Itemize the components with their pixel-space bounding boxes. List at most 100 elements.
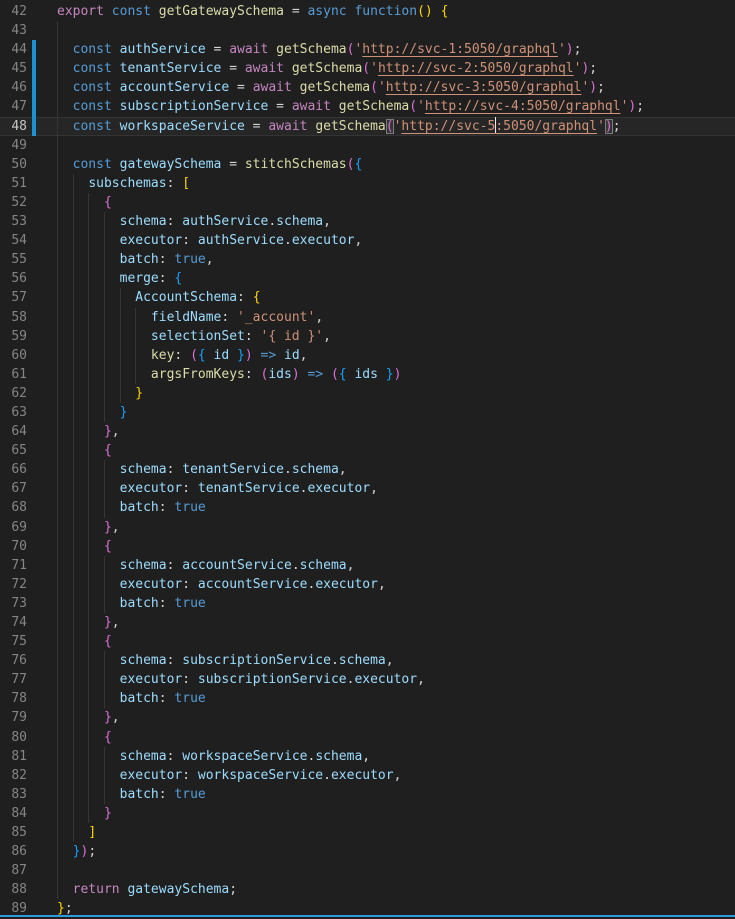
code-line[interactable]: 53 schema: authService.schema, <box>0 212 735 231</box>
line-number[interactable]: 66 <box>0 460 27 479</box>
code-line[interactable]: 52 { <box>0 193 735 212</box>
code-line[interactable]: 69 }, <box>0 518 735 537</box>
code-line[interactable]: 71 schema: accountService.schema, <box>0 556 735 575</box>
code-line[interactable]: 46 const accountService = await getSchem… <box>0 78 735 97</box>
code-line[interactable]: 74 }, <box>0 613 735 632</box>
url-link-text[interactable]: http://svc-5 <box>401 119 495 134</box>
line-number[interactable]: 53 <box>0 212 27 231</box>
code-line[interactable]: 65 { <box>0 441 735 460</box>
code-line[interactable]: 88 return gatewaySchema; <box>0 880 735 899</box>
line-number[interactable]: 61 <box>0 365 27 384</box>
code-line[interactable]: 81 schema: workspaceService.schema, <box>0 747 735 766</box>
code-line[interactable]: 49 <box>0 136 735 155</box>
code-line-current[interactable]: 48 const workspaceService = await getSch… <box>0 117 735 136</box>
line-number[interactable]: 85 <box>0 823 27 842</box>
code-line[interactable]: 86 }); <box>0 842 735 861</box>
code-line[interactable]: 79 }, <box>0 708 735 727</box>
line-number[interactable]: 84 <box>0 804 27 823</box>
line-number[interactable]: 79 <box>0 708 27 727</box>
line-number[interactable]: 64 <box>0 422 27 441</box>
line-number[interactable]: 81 <box>0 747 27 766</box>
code-line[interactable]: 62 } <box>0 384 735 403</box>
code-line[interactable]: 64 }, <box>0 422 735 441</box>
line-number[interactable]: 63 <box>0 403 27 422</box>
line-number[interactable]: 68 <box>0 498 27 517</box>
code-line[interactable]: 42export const getGatewaySchema = async … <box>0 2 735 21</box>
code-line[interactable]: 60 key: ({ id }) => id, <box>0 346 735 365</box>
code-line[interactable]: 82 executor: workspaceService.executor, <box>0 766 735 785</box>
code-line[interactable]: 56 merge: { <box>0 269 735 288</box>
line-number[interactable]: 80 <box>0 728 27 747</box>
url-link-text[interactable]: :5050/graphql <box>495 119 597 134</box>
code-line[interactable]: 73 batch: true <box>0 594 735 613</box>
line-number[interactable]: 44 <box>0 40 27 59</box>
code-line[interactable]: 57 AccountSchema: { <box>0 288 735 307</box>
line-number[interactable]: 51 <box>0 174 27 193</box>
code-line[interactable]: 80 { <box>0 728 735 747</box>
line-number[interactable]: 87 <box>0 861 27 880</box>
code-line[interactable]: 78 batch: true <box>0 689 735 708</box>
line-number[interactable]: 77 <box>0 670 27 689</box>
url-link-text[interactable]: http://svc-2:5050/graphql <box>378 61 574 76</box>
line-number[interactable]: 49 <box>0 136 27 155</box>
code-line[interactable]: 83 batch: true <box>0 785 735 804</box>
line-number[interactable]: 48 <box>0 117 27 136</box>
line-number[interactable]: 65 <box>0 441 27 460</box>
line-number[interactable]: 42 <box>0 2 27 21</box>
code-line[interactable]: 44 const authService = await getSchema('… <box>0 40 735 59</box>
line-number[interactable]: 76 <box>0 651 27 670</box>
code-line[interactable]: 51 subschemas: [ <box>0 174 735 193</box>
code-line[interactable]: 76 schema: subscriptionService.schema, <box>0 651 735 670</box>
line-number[interactable]: 50 <box>0 155 27 174</box>
line-number[interactable]: 60 <box>0 346 27 365</box>
code-editor[interactable]: 42export const getGatewaySchema = async … <box>0 0 735 917</box>
line-number[interactable]: 72 <box>0 575 27 594</box>
code-line[interactable]: 67 executor: tenantService.executor, <box>0 479 735 498</box>
line-number[interactable]: 82 <box>0 766 27 785</box>
line-number[interactable]: 54 <box>0 231 27 250</box>
line-number[interactable]: 83 <box>0 785 27 804</box>
code-line[interactable]: 50 const gatewaySchema = stitchSchemas({ <box>0 155 735 174</box>
line-number[interactable]: 75 <box>0 632 27 651</box>
code-line[interactable]: 47 const subscriptionService = await get… <box>0 97 735 116</box>
line-number[interactable]: 47 <box>0 97 27 116</box>
line-number[interactable]: 46 <box>0 78 27 97</box>
line-number[interactable]: 86 <box>0 842 27 861</box>
line-number[interactable]: 67 <box>0 479 27 498</box>
code-line[interactable]: 54 executor: authService.executor, <box>0 231 735 250</box>
url-link-text[interactable]: http://svc-1:5050/graphql <box>362 42 558 57</box>
line-number[interactable]: 52 <box>0 193 27 212</box>
line-number[interactable]: 59 <box>0 327 27 346</box>
code-line[interactable]: 87 <box>0 861 735 880</box>
line-number[interactable]: 58 <box>0 308 27 327</box>
code-line[interactable]: 85 ] <box>0 823 735 842</box>
code-line[interactable]: 68 batch: true <box>0 498 735 517</box>
code-line[interactable]: 63 } <box>0 403 735 422</box>
code-line[interactable]: 75 { <box>0 632 735 651</box>
line-number[interactable]: 71 <box>0 556 27 575</box>
line-number[interactable]: 57 <box>0 288 27 307</box>
line-number[interactable]: 55 <box>0 250 27 269</box>
code-line[interactable]: 45 const tenantService = await getSchema… <box>0 59 735 78</box>
code-line[interactable]: 66 schema: tenantService.schema, <box>0 460 735 479</box>
line-number[interactable]: 45 <box>0 59 27 78</box>
line-number[interactable]: 74 <box>0 613 27 632</box>
code-line[interactable]: 43 <box>0 21 735 40</box>
code-line[interactable]: 59 selectionSet: '{ id }', <box>0 327 735 346</box>
url-link-text[interactable]: http://svc-4:5050/graphql <box>425 99 621 114</box>
line-number[interactable]: 70 <box>0 537 27 556</box>
code-line[interactable]: 58 fieldName: '_account', <box>0 308 735 327</box>
line-number[interactable]: 43 <box>0 21 27 40</box>
url-link-text[interactable]: http://svc-3:5050/graphql <box>386 80 582 95</box>
line-number[interactable]: 56 <box>0 269 27 288</box>
line-number[interactable]: 88 <box>0 880 27 899</box>
code-line[interactable]: 55 batch: true, <box>0 250 735 269</box>
line-number[interactable]: 78 <box>0 689 27 708</box>
line-number[interactable]: 62 <box>0 384 27 403</box>
code-line[interactable]: 84 } <box>0 804 735 823</box>
code-line[interactable]: 70 { <box>0 537 735 556</box>
code-line[interactable]: 77 executor: subscriptionService.executo… <box>0 670 735 689</box>
line-number[interactable]: 69 <box>0 518 27 537</box>
line-number[interactable]: 73 <box>0 594 27 613</box>
code-line[interactable]: 72 executor: accountService.executor, <box>0 575 735 594</box>
